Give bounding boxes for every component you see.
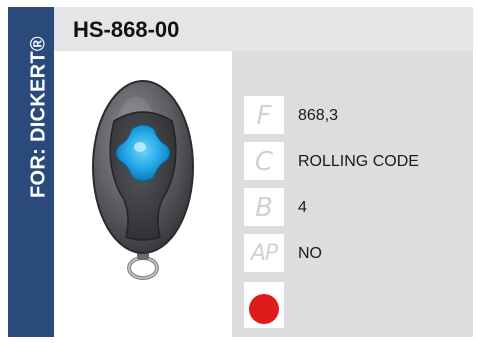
- product-image: [54, 51, 232, 337]
- compatibility-label: FOR: DICKERT®: [27, 36, 50, 198]
- buttons-value: 4: [298, 199, 307, 216]
- frequency-icon: F: [244, 96, 284, 134]
- coding-icon: C: [244, 142, 284, 180]
- auto-programming-value: NO: [298, 245, 322, 262]
- led-color-icon: [249, 294, 279, 324]
- side-band: FOR: DICKERT®: [8, 7, 54, 337]
- header-bar: HS-868-00: [54, 7, 473, 51]
- buttons-icon: B: [244, 188, 284, 226]
- frequency-code: F: [256, 101, 272, 131]
- remote-control-image: [92, 80, 194, 280]
- auto-programming-code: AP: [250, 241, 278, 266]
- indicator-box: [244, 282, 284, 328]
- coding-value: ROLLING CODE: [298, 153, 419, 170]
- buttons-code: B: [255, 193, 273, 223]
- auto-programming-icon: AP: [244, 234, 284, 272]
- coding-code: C: [254, 147, 274, 177]
- spec-panel: F 868,3 C ROLLING CODE B 4 AP NO: [232, 51, 473, 337]
- product-title: HS-868-00: [73, 17, 180, 42]
- frequency-value: 868,3: [298, 107, 339, 124]
